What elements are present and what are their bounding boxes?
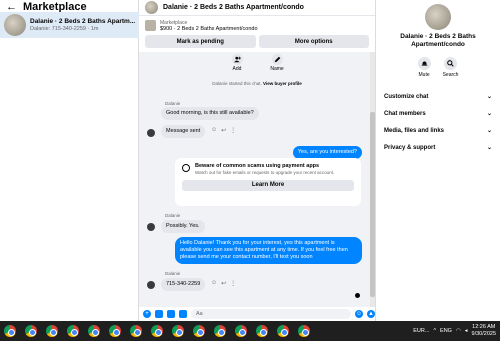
customize-chat-section[interactable]: Customize chat ⌄ (376, 88, 500, 105)
more-dots-icon[interactable]: ⋮ (230, 280, 236, 287)
warning-subtitle: Watch out for fake emails or requests to… (195, 170, 335, 175)
add-action[interactable]: Add (226, 54, 248, 72)
name-label: Name (270, 66, 284, 72)
incoming-message[interactable]: Message sent (161, 125, 206, 138)
pencil-icon (271, 54, 283, 65)
chevron-down-icon: ⌄ (486, 111, 492, 117)
chat-header: Dalanie · 2 Beds 2 Baths Apartment/condo (139, 0, 375, 16)
search-action[interactable]: Search (442, 57, 459, 78)
search-label: Search (442, 72, 459, 78)
chrome-taskbar-icon[interactable] (107, 323, 123, 339)
conversation-name: Dalanie · 2 Beds 2 Baths Apartm... (30, 18, 136, 25)
chrome-taskbar-icon[interactable] (170, 323, 186, 339)
chrome-taskbar-icon[interactable] (233, 323, 249, 339)
listing-thumbnail (4, 14, 26, 36)
read-receipt-avatar (355, 293, 360, 298)
avatar[interactable] (147, 129, 155, 137)
chrome-taskbar-icon[interactable] (191, 323, 207, 339)
avatar[interactable] (147, 223, 155, 231)
chrome-taskbar-icon[interactable] (44, 323, 60, 339)
chrome-taskbar-icon[interactable] (23, 323, 39, 339)
name-action[interactable]: Name (266, 54, 288, 72)
incoming-message[interactable]: 715-340-2259 (161, 278, 206, 291)
chat-avatar[interactable] (145, 1, 158, 14)
warning-title: Beware of common scams using payment app… (195, 163, 320, 169)
volume-icon[interactable]: ◂ (465, 328, 468, 334)
listing-summary[interactable]: Marketplace $900 · 2 Beds 2 Baths Apartm… (139, 16, 375, 35)
mute-action[interactable]: Mute (417, 57, 431, 78)
view-buyer-profile-link[interactable]: View buyer profile (263, 81, 302, 86)
avatar[interactable] (147, 281, 155, 289)
message-thread[interactable]: Add Name Dalanie started this chat. View… (139, 52, 375, 307)
smiley-icon[interactable]: ☺ (211, 280, 217, 287)
more-options-button[interactable]: More options (258, 35, 369, 48)
listing-image (145, 20, 156, 31)
currency-widget[interactable]: EUR... (413, 328, 429, 334)
listing-price: $900 · 2 Beds 2 Baths Apartment/condo (160, 25, 258, 32)
sender-name: Dalanie (165, 101, 181, 106)
conversation-list-panel: ← Marketplace Dalanie · 2 Beds 2 Baths A… (0, 0, 139, 321)
sender-name: Dalanie (165, 271, 181, 276)
reply-icon[interactable]: ↩ (221, 127, 226, 134)
message-input[interactable]: Aa (191, 309, 351, 319)
learn-more-button[interactable]: Learn More (182, 179, 354, 191)
thumbs-up-icon[interactable]: ▲ (367, 310, 375, 318)
mute-label: Mute (418, 72, 430, 78)
more-dots-icon[interactable]: ⋮ (230, 127, 236, 134)
chevron-down-icon: ⌄ (486, 145, 492, 151)
add-label: Add (232, 66, 242, 72)
clock[interactable]: 12:26 AM 9/30/2025 (472, 324, 496, 338)
chrome-taskbar-icon[interactable] (275, 323, 291, 339)
chevron-down-icon: ⌄ (486, 94, 492, 100)
scam-warning-card: Beware of common scams using payment app… (175, 158, 361, 206)
plus-icon[interactable]: + (143, 310, 151, 318)
reply-icon[interactable]: ↩ (221, 280, 226, 287)
bell-icon (417, 57, 431, 70)
chat-members-section[interactable]: Chat members ⌄ (376, 105, 500, 122)
chevron-down-icon: ⌄ (486, 128, 492, 134)
back-arrow-icon[interactable]: ← (6, 1, 17, 13)
chrome-taskbar-icon[interactable] (149, 323, 165, 339)
chat-panel: Dalanie · 2 Beds 2 Baths Apartment/condo… (139, 0, 375, 321)
chrome-taskbar-icon[interactable] (2, 323, 18, 339)
conversation-item[interactable]: Dalanie · 2 Beds 2 Baths Apartm... Dalan… (0, 12, 139, 38)
chrome-taskbar-icon[interactable] (65, 323, 81, 339)
chat-info-panel: Dalanie · 2 Beds 2 Baths Apartment/condo… (375, 0, 500, 321)
warning-icon (182, 164, 190, 172)
chevron-up-icon[interactable]: ^ (433, 328, 436, 334)
chrome-taskbar-icon[interactable] (86, 323, 102, 339)
emoji-icon[interactable]: ☺ (355, 310, 363, 318)
media-files-section[interactable]: Media, files and links ⌄ (376, 122, 500, 139)
image-icon[interactable] (155, 310, 163, 318)
chrome-taskbar-icon[interactable] (296, 323, 312, 339)
profile-image[interactable] (425, 4, 451, 30)
sticker-icon[interactable] (167, 310, 175, 318)
add-person-icon (231, 54, 243, 65)
wifi-icon[interactable]: ◠ (456, 328, 461, 334)
search-icon (444, 57, 457, 70)
system-tray: EUR... ^ ENG ◠ ◂ 12:26 AM 9/30/2025 (413, 321, 500, 341)
mark-pending-button[interactable]: Mark as pending (145, 35, 256, 48)
profile-name: Dalanie · 2 Beds 2 Baths Apartment/condo (400, 33, 476, 48)
gif-icon[interactable] (179, 310, 187, 318)
system-message: Dalanie started this chat. View buyer pr… (212, 81, 302, 86)
outgoing-message[interactable]: Hello Dalanie! Thank you for your intere… (175, 237, 362, 264)
privacy-support-section[interactable]: Privacy & support ⌄ (376, 139, 500, 156)
chrome-taskbar-icon[interactable] (212, 323, 228, 339)
conversation-preview: Dalanie: 715-340-2259 · 1m (30, 26, 99, 32)
language-indicator[interactable]: ENG (440, 328, 452, 334)
chrome-taskbar-icon[interactable] (254, 323, 270, 339)
chrome-taskbar-icon[interactable] (128, 323, 144, 339)
smiley-icon[interactable]: ☺ (211, 127, 217, 134)
chat-title[interactable]: Dalanie · 2 Beds 2 Baths Apartment/condo (163, 4, 304, 11)
incoming-message[interactable]: Possibly. Yes. (161, 220, 205, 233)
incoming-message[interactable]: Good morning, is this still available? (161, 107, 259, 120)
sender-name: Dalanie (165, 213, 181, 218)
message-composer: + Aa ☺ ▲ (139, 307, 375, 321)
